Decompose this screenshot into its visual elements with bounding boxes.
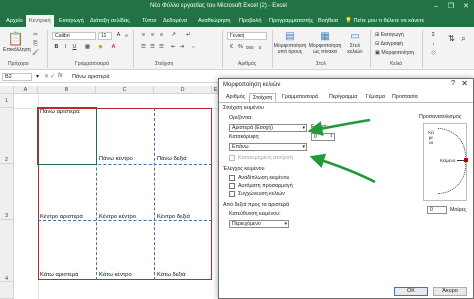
- annotation-arrows: [307, 118, 376, 184]
- arrow-to-horizontal: [307, 118, 371, 136]
- arrow-to-vertical: [309, 153, 376, 184]
